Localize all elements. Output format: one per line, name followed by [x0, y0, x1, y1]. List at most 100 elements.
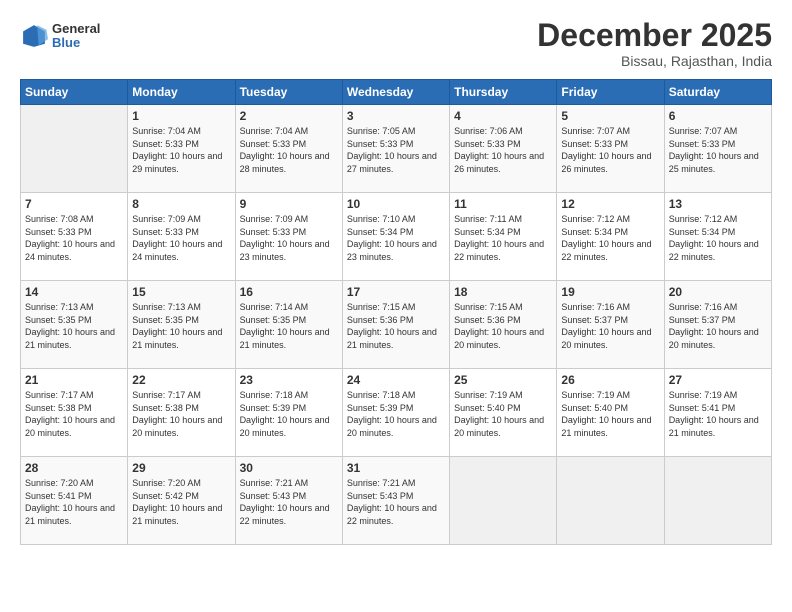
day-info: Sunrise: 7:06 AMSunset: 5:33 PMDaylight:… — [454, 125, 552, 175]
calendar-cell: 5 Sunrise: 7:07 AMSunset: 5:33 PMDaylight… — [557, 105, 664, 193]
location: Bissau, Rajasthan, India — [537, 53, 772, 69]
logo: General Blue — [20, 22, 100, 51]
day-number: 14 — [25, 285, 123, 299]
calendar-cell: 8 Sunrise: 7:09 AMSunset: 5:33 PMDaylight… — [128, 193, 235, 281]
day-number: 23 — [240, 373, 338, 387]
day-info: Sunrise: 7:21 AMSunset: 5:43 PMDaylight:… — [240, 477, 338, 527]
day-info: Sunrise: 7:09 AMSunset: 5:33 PMDaylight:… — [132, 213, 230, 263]
calendar-cell: 27 Sunrise: 7:19 AMSunset: 5:41 PMDayligh… — [664, 369, 771, 457]
weekday-header: Sunday — [21, 80, 128, 105]
day-number: 9 — [240, 197, 338, 211]
calendar-cell: 29 Sunrise: 7:20 AMSunset: 5:42 PMDayligh… — [128, 457, 235, 545]
calendar-week-row: 1Sunrise: 7:04 AMSunset: 5:33 PMDaylight… — [21, 105, 772, 193]
day-number: 13 — [669, 197, 767, 211]
logo-text-blue: Blue — [52, 35, 80, 50]
calendar-cell: 18 Sunrise: 7:15 AMSunset: 5:36 PMDayligh… — [450, 281, 557, 369]
day-number: 7 — [25, 197, 123, 211]
calendar-cell: 10Sunrise: 7:10 AMSunset: 5:34 PMDayligh… — [342, 193, 449, 281]
day-info: Sunrise: 7:12 AMSunset: 5:34 PMDaylight:… — [669, 213, 767, 263]
day-info: Sunrise: 7:19 AMSunset: 5:40 PMDaylight:… — [454, 389, 552, 439]
calendar-cell: 4 Sunrise: 7:06 AMSunset: 5:33 PMDaylight… — [450, 105, 557, 193]
calendar-body: 1Sunrise: 7:04 AMSunset: 5:33 PMDaylight… — [21, 105, 772, 545]
calendar-cell: 6 Sunrise: 7:07 AMSunset: 5:33 PMDaylight… — [664, 105, 771, 193]
day-info: Sunrise: 7:16 AMSunset: 5:37 PMDaylight:… — [561, 301, 659, 351]
calendar-week-row: 14Sunrise: 7:13 AMSunset: 5:35 PMDayligh… — [21, 281, 772, 369]
calendar-cell: 23 Sunrise: 7:18 AMSunset: 5:39 PMDayligh… — [235, 369, 342, 457]
calendar-week-row: 7Sunrise: 7:08 AMSunset: 5:33 PMDaylight… — [21, 193, 772, 281]
day-number: 2 — [240, 109, 338, 123]
day-info: Sunrise: 7:17 AMSunset: 5:38 PMDaylight:… — [25, 389, 123, 439]
day-number: 18 — [454, 285, 552, 299]
calendar-cell: 20Sunrise: 7:16 AMSunset: 5:37 PMDayligh… — [664, 281, 771, 369]
calendar-table: SundayMondayTuesdayWednesdayThursdayFrid… — [20, 79, 772, 545]
day-number: 19 — [561, 285, 659, 299]
calendar-header-row: SundayMondayTuesdayWednesdayThursdayFrid… — [21, 80, 772, 105]
day-number: 6 — [669, 109, 767, 123]
day-number: 20 — [669, 285, 767, 299]
day-info: Sunrise: 7:05 AMSunset: 5:33 PMDaylight:… — [347, 125, 445, 175]
calendar-cell — [557, 457, 664, 545]
calendar-cell: 1Sunrise: 7:04 AMSunset: 5:33 PMDaylight… — [128, 105, 235, 193]
calendar-cell: 30Sunrise: 7:21 AMSunset: 5:43 PMDayligh… — [235, 457, 342, 545]
calendar-cell: 9 Sunrise: 7:09 AMSunset: 5:33 PMDaylight… — [235, 193, 342, 281]
day-info: Sunrise: 7:12 AMSunset: 5:34 PMDaylight:… — [561, 213, 659, 263]
calendar-cell: 2 Sunrise: 7:04 AMSunset: 5:33 PMDaylight… — [235, 105, 342, 193]
day-info: Sunrise: 7:10 AMSunset: 5:34 PMDaylight:… — [347, 213, 445, 263]
day-info: Sunrise: 7:07 AMSunset: 5:33 PMDaylight:… — [669, 125, 767, 175]
calendar-cell: 25 Sunrise: 7:19 AMSunset: 5:40 PMDayligh… — [450, 369, 557, 457]
calendar-cell — [450, 457, 557, 545]
calendar-cell — [664, 457, 771, 545]
day-info: Sunrise: 7:11 AMSunset: 5:34 PMDaylight:… — [454, 213, 552, 263]
calendar-cell: 19 Sunrise: 7:16 AMSunset: 5:37 PMDayligh… — [557, 281, 664, 369]
calendar-week-row: 28Sunrise: 7:20 AMSunset: 5:41 PMDayligh… — [21, 457, 772, 545]
day-number: 29 — [132, 461, 230, 475]
calendar-cell: 14Sunrise: 7:13 AMSunset: 5:35 PMDayligh… — [21, 281, 128, 369]
day-number: 3 — [347, 109, 445, 123]
weekday-header: Wednesday — [342, 80, 449, 105]
calendar-week-row: 21 Sunrise: 7:17 AMSunset: 5:38 PMDayligh… — [21, 369, 772, 457]
calendar-container: General Blue December 2025 Bissau, Rajas… — [0, 0, 792, 555]
day-info: Sunrise: 7:04 AMSunset: 5:33 PMDaylight:… — [132, 125, 230, 175]
weekday-header: Monday — [128, 80, 235, 105]
day-info: Sunrise: 7:19 AMSunset: 5:40 PMDaylight:… — [561, 389, 659, 439]
day-number: 28 — [25, 461, 123, 475]
day-number: 24 — [347, 373, 445, 387]
header-row: General Blue December 2025 Bissau, Rajas… — [20, 18, 772, 69]
day-info: Sunrise: 7:04 AMSunset: 5:33 PMDaylight:… — [240, 125, 338, 175]
day-number: 5 — [561, 109, 659, 123]
day-info: Sunrise: 7:07 AMSunset: 5:33 PMDaylight:… — [561, 125, 659, 175]
day-number: 17 — [347, 285, 445, 299]
calendar-cell: 28Sunrise: 7:20 AMSunset: 5:41 PMDayligh… — [21, 457, 128, 545]
calendar-cell: 16Sunrise: 7:14 AMSunset: 5:35 PMDayligh… — [235, 281, 342, 369]
day-info: Sunrise: 7:18 AMSunset: 5:39 PMDaylight:… — [240, 389, 338, 439]
day-info: Sunrise: 7:20 AMSunset: 5:42 PMDaylight:… — [132, 477, 230, 527]
day-number: 27 — [669, 373, 767, 387]
day-number: 12 — [561, 197, 659, 211]
weekday-header: Saturday — [664, 80, 771, 105]
weekday-header: Tuesday — [235, 80, 342, 105]
day-info: Sunrise: 7:15 AMSunset: 5:36 PMDaylight:… — [347, 301, 445, 351]
day-info: Sunrise: 7:18 AMSunset: 5:39 PMDaylight:… — [347, 389, 445, 439]
day-info: Sunrise: 7:21 AMSunset: 5:43 PMDaylight:… — [347, 477, 445, 527]
weekday-header: Thursday — [450, 80, 557, 105]
calendar-cell: 15Sunrise: 7:13 AMSunset: 5:35 PMDayligh… — [128, 281, 235, 369]
calendar-cell: 12 Sunrise: 7:12 AMSunset: 5:34 PMDayligh… — [557, 193, 664, 281]
day-number: 8 — [132, 197, 230, 211]
calendar-cell: 24 Sunrise: 7:18 AMSunset: 5:39 PMDayligh… — [342, 369, 449, 457]
day-info: Sunrise: 7:19 AMSunset: 5:41 PMDaylight:… — [669, 389, 767, 439]
title-block: December 2025 Bissau, Rajasthan, India — [537, 18, 772, 69]
day-number: 4 — [454, 109, 552, 123]
day-info: Sunrise: 7:14 AMSunset: 5:35 PMDaylight:… — [240, 301, 338, 351]
calendar-cell: 31Sunrise: 7:21 AMSunset: 5:43 PMDayligh… — [342, 457, 449, 545]
month-title: December 2025 — [537, 18, 772, 53]
calendar-cell: 11 Sunrise: 7:11 AMSunset: 5:34 PMDayligh… — [450, 193, 557, 281]
day-info: Sunrise: 7:17 AMSunset: 5:38 PMDaylight:… — [132, 389, 230, 439]
day-info: Sunrise: 7:09 AMSunset: 5:33 PMDaylight:… — [240, 213, 338, 263]
day-number: 21 — [25, 373, 123, 387]
calendar-cell: 17 Sunrise: 7:15 AMSunset: 5:36 PMDayligh… — [342, 281, 449, 369]
calendar-cell: 3 Sunrise: 7:05 AMSunset: 5:33 PMDaylight… — [342, 105, 449, 193]
day-info: Sunrise: 7:15 AMSunset: 5:36 PMDaylight:… — [454, 301, 552, 351]
calendar-cell: 26Sunrise: 7:19 AMSunset: 5:40 PMDayligh… — [557, 369, 664, 457]
day-number: 25 — [454, 373, 552, 387]
day-number: 11 — [454, 197, 552, 211]
